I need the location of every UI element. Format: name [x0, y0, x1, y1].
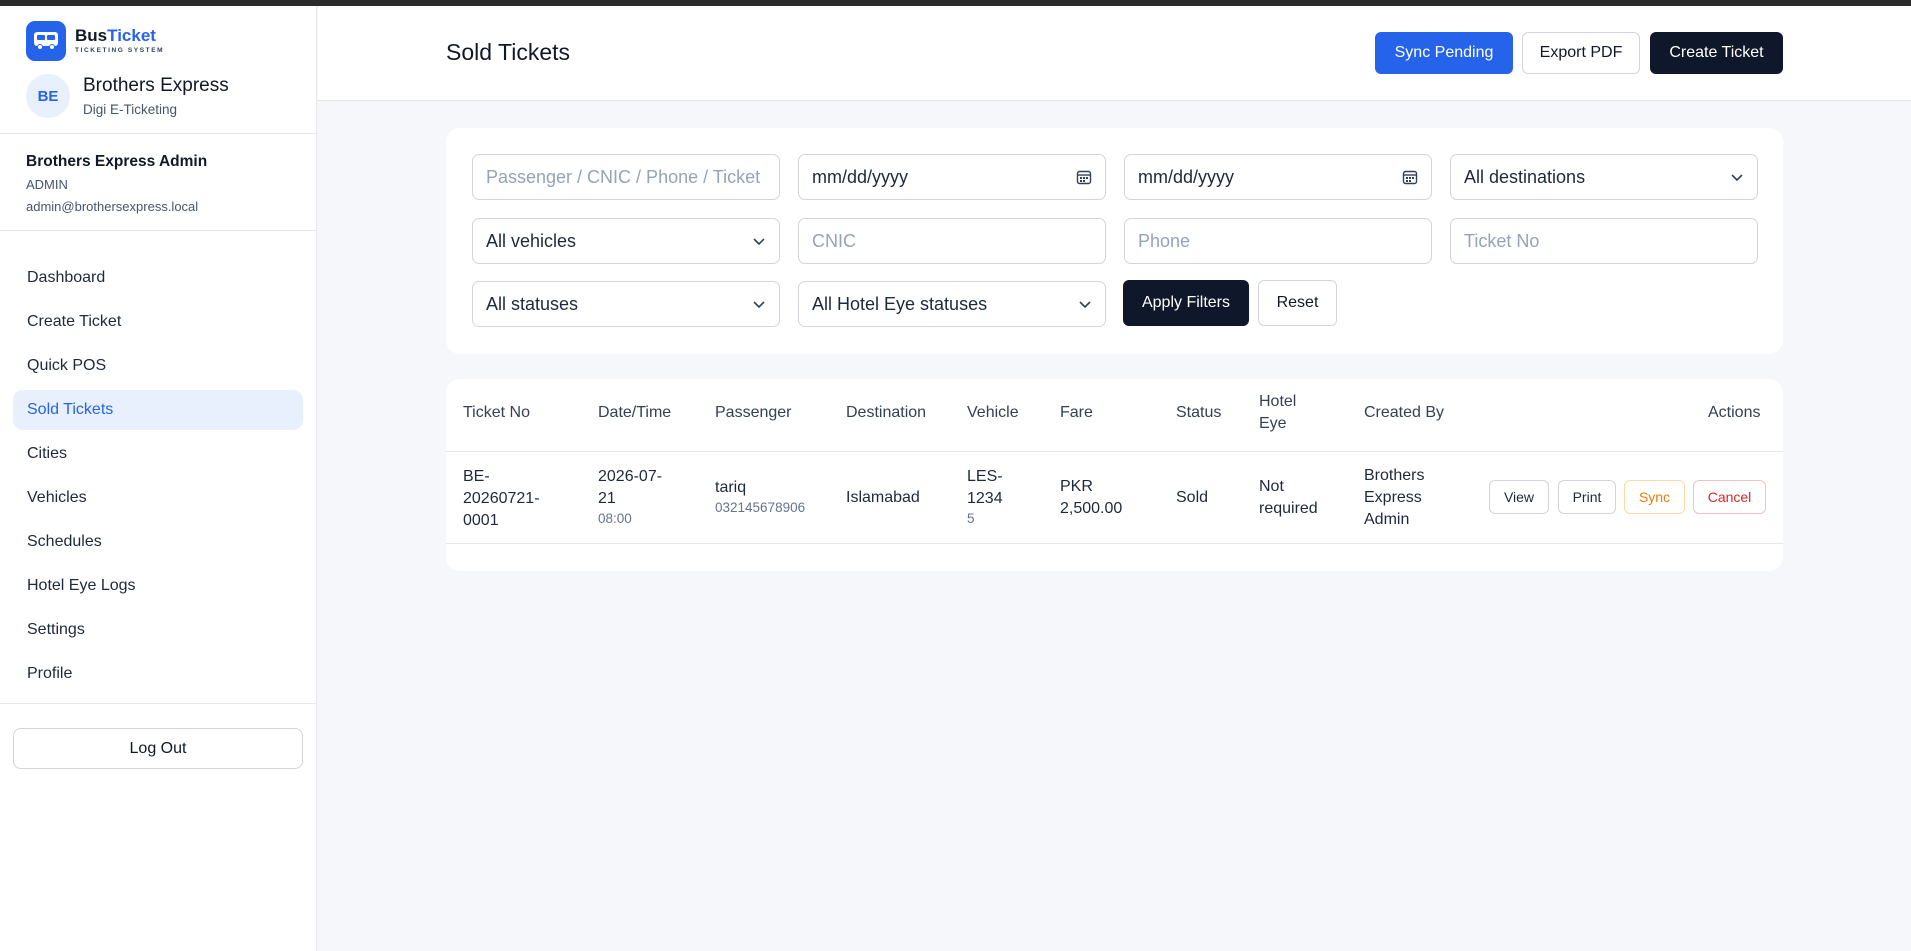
- page-header: Sold Tickets Sync Pending Export PDF Cre…: [318, 6, 1911, 101]
- page-title: Sold Tickets: [446, 39, 570, 65]
- filters-panel: Passenger / CNIC / Phone / Ticket mm/dd/…: [446, 128, 1783, 354]
- chevron-down-icon: [1731, 174, 1743, 182]
- cnic-input[interactable]: CNIC: [798, 218, 1106, 264]
- sidebar-item-hotel-eye-logs[interactable]: Hotel Eye Logs: [13, 566, 303, 606]
- sidebar-item-dashboard[interactable]: Dashboard: [13, 258, 303, 298]
- cell-fare: PKR 2,500.00: [1060, 478, 1123, 517]
- date-from-input[interactable]: mm/dd/yyyy: [798, 154, 1106, 200]
- reset-button[interactable]: Reset: [1258, 280, 1337, 326]
- destination-select[interactable]: All destinations: [1450, 154, 1758, 200]
- search-input[interactable]: Passenger / CNIC / Phone / Ticket: [472, 154, 780, 200]
- cancel-button[interactable]: Cancel: [1693, 480, 1766, 514]
- company-avatar: BE: [26, 74, 70, 118]
- sidebar-divider: [0, 703, 317, 704]
- column-header-passenger: Passenger: [715, 404, 792, 421]
- column-header-fare: Fare: [1060, 404, 1093, 421]
- column-header-destination: Destination: [846, 404, 927, 421]
- cell-ticket-no: BE- 20260721- 0001: [463, 468, 540, 529]
- tickets-table: Ticket No Date/Time Passenger Destinatio…: [446, 379, 1783, 571]
- column-header-created-by: Created By: [1364, 404, 1445, 421]
- phone-input[interactable]: Phone: [1124, 218, 1432, 264]
- calendar-icon[interactable]: [1402, 169, 1418, 185]
- user-role: ADMIN: [26, 177, 68, 192]
- sidebar-item-vehicles[interactable]: Vehicles: [13, 478, 303, 518]
- chevron-down-icon: [1079, 301, 1091, 309]
- sidebar-nav: Dashboard Create Ticket Quick POS Sold T…: [13, 258, 303, 698]
- brand-logo-block[interactable]: BusTicket TICKETING SYSTEM: [26, 21, 164, 61]
- user-name: Brothers Express Admin: [26, 153, 208, 170]
- user-block: Brothers Express Admin ADMIN admin@broth…: [26, 153, 207, 214]
- sidebar-item-settings[interactable]: Settings: [13, 610, 303, 650]
- sync-button[interactable]: Sync: [1624, 480, 1685, 514]
- user-email: admin@brothersexpress.local: [26, 199, 199, 214]
- column-header-datetime: Date/Time: [598, 404, 672, 421]
- sidebar-divider: [0, 230, 317, 231]
- cell-datetime: 2026-07- 21 08:00: [598, 468, 663, 526]
- status-select[interactable]: All statuses: [472, 281, 780, 327]
- sidebar-item-profile[interactable]: Profile: [13, 654, 303, 694]
- calendar-icon[interactable]: [1076, 169, 1092, 185]
- table-divider: [446, 543, 1783, 544]
- cell-passenger: tariq 032145678906: [715, 479, 806, 515]
- column-header-actions: Actions: [1708, 404, 1761, 421]
- sidebar-divider: [0, 133, 317, 134]
- cell-destination: Islamabad: [846, 489, 920, 506]
- vehicle-select[interactable]: All vehicles: [472, 218, 780, 264]
- sidebar-item-cities[interactable]: Cities: [13, 434, 303, 474]
- company-subtitle: Digi E-Ticketing: [83, 102, 178, 117]
- sidebar-item-schedules[interactable]: Schedules: [13, 522, 303, 562]
- cell-status: Sold: [1176, 489, 1209, 506]
- company-block: BE Brothers Express Digi E-Ticketing: [26, 74, 229, 118]
- bus-icon: [26, 21, 66, 61]
- brand-name: BusTicket: [75, 26, 156, 46]
- sidebar-item-quick-pos[interactable]: Quick POS: [13, 346, 303, 386]
- column-header-status: Status: [1176, 404, 1222, 421]
- column-header-hotel-eye: Hotel Eye: [1259, 393, 1297, 432]
- logout-button[interactable]: Log Out: [13, 728, 303, 769]
- column-header-ticket-no: Ticket No: [463, 404, 530, 421]
- ticket-no-input[interactable]: Ticket No: [1450, 218, 1758, 264]
- sidebar-item-create-ticket[interactable]: Create Ticket: [13, 302, 303, 342]
- hotel-eye-status-select[interactable]: All Hotel Eye statuses: [798, 281, 1106, 327]
- date-to-input[interactable]: mm/dd/yyyy: [1124, 154, 1432, 200]
- sidebar-item-sold-tickets[interactable]: Sold Tickets: [13, 390, 303, 430]
- chevron-down-icon: [753, 238, 765, 246]
- cell-created-by: Brothers Express Admin: [1364, 467, 1425, 528]
- apply-filters-button[interactable]: Apply Filters: [1123, 280, 1249, 326]
- cell-vehicle: LES- 1234 5: [967, 468, 1003, 526]
- view-button[interactable]: View: [1489, 480, 1549, 514]
- column-header-vehicle: Vehicle: [967, 404, 1019, 421]
- sidebar: BusTicket TICKETING SYSTEM BE Brothers E…: [0, 6, 317, 951]
- chevron-down-icon: [753, 301, 765, 309]
- create-ticket-button[interactable]: Create Ticket: [1650, 32, 1783, 74]
- print-button[interactable]: Print: [1558, 480, 1616, 514]
- sync-pending-button[interactable]: Sync Pending: [1375, 32, 1513, 74]
- brand-tagline: TICKETING SYSTEM: [75, 47, 165, 55]
- company-name: Brothers Express: [83, 75, 229, 96]
- cell-hotel-eye: Not required: [1259, 478, 1318, 517]
- export-pdf-button[interactable]: Export PDF: [1522, 32, 1640, 74]
- table-divider: [446, 451, 1783, 452]
